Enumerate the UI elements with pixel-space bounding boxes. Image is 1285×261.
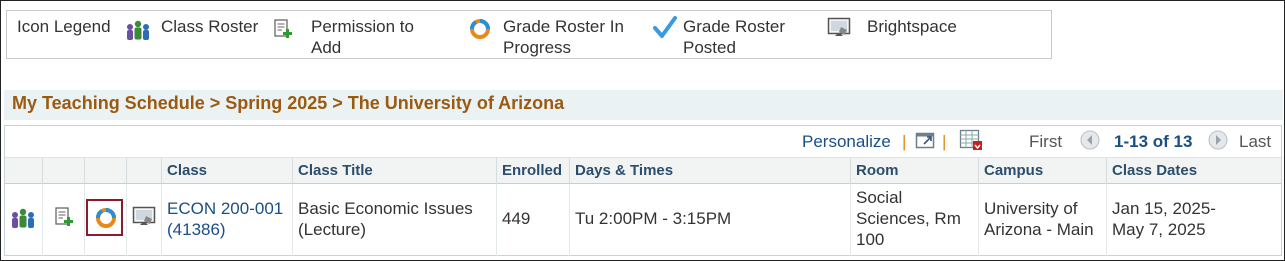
header-class-title[interactable]: Class Title [292,158,496,184]
class-link-line1[interactable]: ECON 200-001 [167,198,283,219]
class-dates-line1: Jan 15, 2025- [1112,199,1216,218]
header-campus[interactable]: Campus [978,158,1106,184]
header-days-times[interactable]: Days & Times [569,158,850,184]
nav-separator-2: | [942,132,947,151]
download-spreadsheet-icon[interactable] [959,129,983,156]
grade-roster-in-progress-icon [468,17,492,46]
row-days-times-cell: Tu 2:00PM - 3:15PM [569,184,850,256]
room-line2: Sciences, Rm [856,209,961,228]
last-label: Last [1239,132,1272,151]
class-dates-line2: May 7, 2025 [1112,220,1206,239]
teaching-schedule-grid: Personalize | | First 1-13 of 13 Last Cl… [4,125,1282,256]
breadcrumb: My Teaching Schedule > Spring 2025 > The… [12,93,565,113]
legend-in-progress-label-2: Progress [503,38,572,57]
legend-class-roster-label: Class Roster [161,17,259,36]
grade-roster-posted-icon [653,15,677,46]
row-class-cell: ECON 200-001 (41386) [161,184,292,256]
header-icon-col-2 [42,158,84,184]
brightspace-icon [827,17,851,44]
highlight-box [86,199,123,236]
header-enrolled[interactable]: Enrolled [496,158,569,184]
permission-to-add-icon[interactable] [54,206,76,233]
grid-navigation-bar: Personalize | | First 1-13 of 13 Last [5,126,1281,157]
new-window-icon[interactable] [915,130,937,155]
legend-permission-label-1: Permission to [311,17,414,36]
legend-permission-label-2: Add [311,38,342,57]
legend-brightspace-label: Brightspace [867,17,957,36]
campus-line2: Arizona - Main [984,220,1094,239]
icon-legend: Icon Legend Class Roster Permission to A… [6,10,1052,59]
row-room-cell: Social Sciences, Rm 100 [850,184,978,256]
enrolled-value: 449 [502,209,531,228]
class-roster-icon[interactable] [10,207,36,236]
legend-title: Icon Legend [17,17,111,36]
page-range: 1-13 of 13 [1114,132,1193,151]
personalize-link[interactable]: Personalize [802,132,891,152]
row-roster-cell [5,184,42,256]
column-header-row: Class Class Title Enrolled Days & Times … [5,157,1281,184]
previous-arrow-icon[interactable] [1080,130,1100,155]
header-class[interactable]: Class [161,158,292,184]
campus-line1: University of [984,199,1078,218]
room-line3: 100 [856,230,885,249]
table-row: ECON 200-001 (41386) Basic Economic Issu… [5,184,1281,256]
room-line1: Social [856,188,903,207]
legend-posted-label-2: Posted [683,38,736,57]
legend-posted-label-1: Grade Roster [683,17,786,36]
next-arrow-icon[interactable] [1208,130,1228,155]
class-title-line1: Basic Economic Issues [298,199,473,218]
class-link-line2[interactable]: (41386) [167,219,226,240]
header-class-dates[interactable]: Class Dates [1106,158,1281,184]
class-roster-icon [125,19,151,48]
row-class-title-cell: Basic Economic Issues (Lecture) [292,184,496,256]
row-permission-cell [42,184,84,256]
row-class-dates-cell: Jan 15, 2025- May 7, 2025 [1106,184,1281,256]
class-title-line2: (Lecture) [298,220,367,239]
first-label: First [1029,132,1063,151]
days-times-value: Tu 2:00PM - 3:15PM [575,209,732,228]
row-brightspace-cell [126,184,161,256]
header-room[interactable]: Room [850,158,978,184]
brightspace-icon[interactable] [132,206,156,233]
breadcrumb-bar: My Teaching Schedule > Spring 2025 > The… [4,90,1283,120]
row-campus-cell: University of Arizona - Main [978,184,1106,256]
nav-separator: | [902,132,907,151]
permission-to-add-icon [273,18,295,45]
header-icon-col-3 [84,158,126,184]
header-icon-col-1 [5,158,42,184]
row-enrolled-cell: 449 [496,184,569,256]
legend-in-progress-label-1: Grade Roster In [503,17,624,36]
header-icon-col-4 [126,158,161,184]
